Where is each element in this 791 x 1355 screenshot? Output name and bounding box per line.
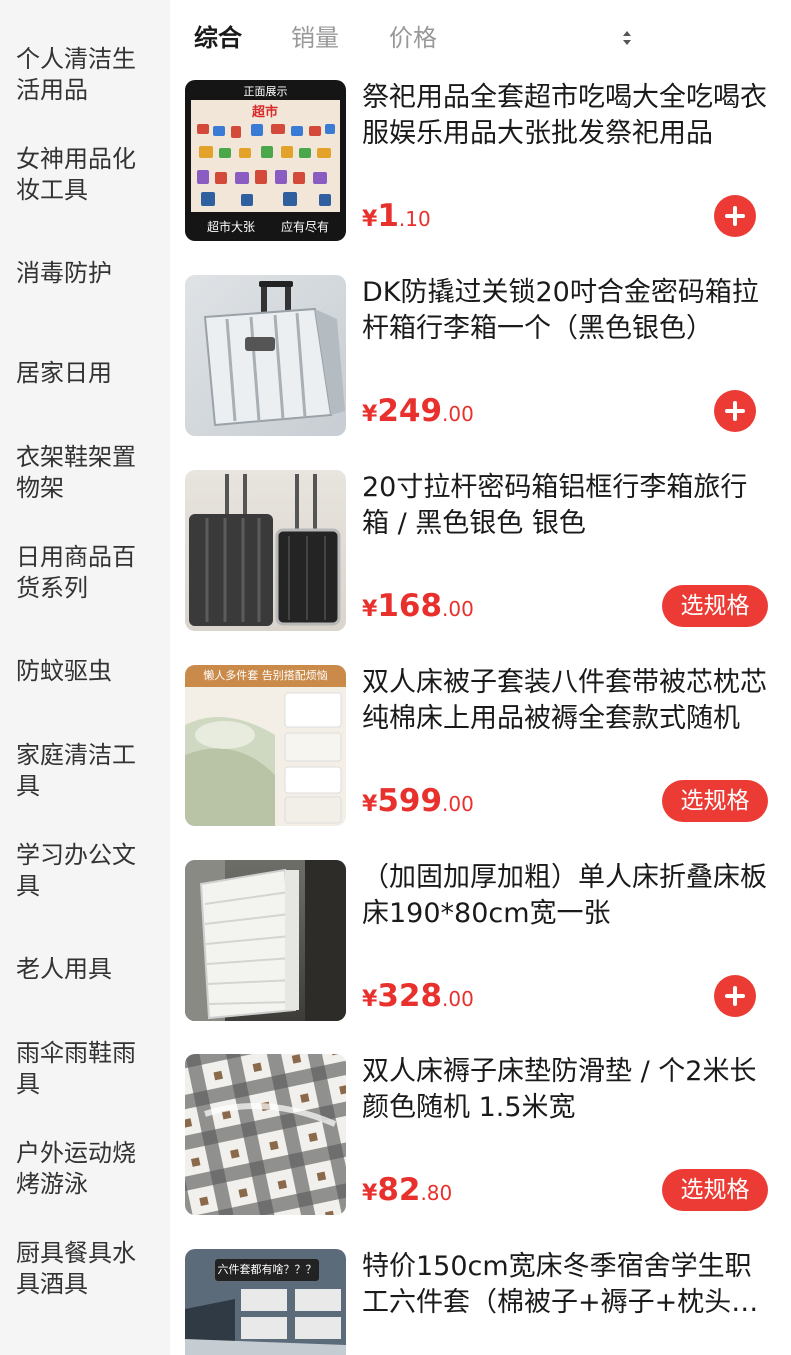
sidebar-item-mosquito-repellent[interactable]: 防蚊驱虫 (16, 656, 146, 687)
product-title[interactable]: 双人床被子套装八件套带被芯枕芯纯棉床上用品被褥全套款式随机 (362, 665, 772, 737)
sidebar-item-daily-goods[interactable]: 日用商品百货系列 (16, 542, 146, 604)
sidebar-item-rain-gear[interactable]: 雨伞雨鞋雨具 (16, 1038, 146, 1100)
plaid-mattress-image-icon (185, 1054, 346, 1215)
product-card[interactable]: 六件套都有啥？？？ 特价150cm宽床冬季宿舍学生职工六件套（棉被子+褥子+枕头… (170, 1249, 791, 1355)
product-image[interactable] (185, 860, 346, 1021)
product-price: ¥1.10 (362, 198, 431, 234)
product-image[interactable] (185, 1054, 346, 1215)
product-card[interactable]: 懒人多件套 告别搭配烦恼 双人床被子套装八件套带被芯枕芯纯棉床上用品被褥全套款式… (170, 665, 791, 860)
add-to-cart-button[interactable] (714, 195, 756, 237)
category-sidebar: 个人清洁生活用品 女神用品化妆工具 消毒防护 居家日用 衣架鞋架置物架 日用商品… (0, 0, 170, 1355)
product-card[interactable]: 20寸拉杆密码箱铝框行李箱旅行箱 / 黑色银色 银色 ¥168.00 选规格 (170, 470, 791, 665)
product-image[interactable] (185, 275, 346, 436)
sidebar-item-cleaning-tools[interactable]: 家庭清洁工具 (16, 740, 146, 802)
sort-bar: 综合 销量 价格 (170, 0, 791, 78)
product-price: ¥249.00 (362, 393, 474, 429)
product-price: ¥328.00 (362, 978, 474, 1014)
poster-graphic: 超市 (191, 100, 340, 212)
product-card[interactable]: DK防撬过关锁20吋合金密码箱拉杆箱行李箱一个（黑色银色） ¥249.00 (170, 275, 791, 470)
select-spec-button[interactable]: 选规格 (662, 780, 768, 822)
select-spec-button[interactable]: 选规格 (662, 585, 768, 627)
product-title[interactable]: （加固加厚加粗）单人床折叠床板床190*80cm宽一张 (362, 860, 772, 932)
bedding-image-icon (185, 692, 342, 826)
sidebar-item-elderly[interactable]: 老人用具 (16, 954, 146, 985)
product-title[interactable]: 双人床褥子床垫防滑垫 / 个2米长 颜色随机 1.5米宽 (362, 1054, 772, 1126)
sidebar-item-stationery[interactable]: 学习办公文具 (16, 840, 146, 902)
sidebar-item-household[interactable]: 居家日用 (16, 358, 146, 389)
folding-bed-image-icon (185, 860, 346, 1021)
product-title[interactable]: 特价150cm宽床冬季宿舍学生职工六件套（棉被子+褥子+枕头+床单） (362, 1249, 772, 1321)
sidebar-item-outdoor[interactable]: 户外运动烧烤游泳 (16, 1138, 146, 1200)
sidebar-item-kitchenware[interactable]: 厨具餐具水具酒具 (16, 1238, 146, 1300)
product-price: ¥599.00 (362, 783, 474, 819)
sort-comprehensive-tab[interactable]: 综合 (194, 22, 242, 54)
suitcase-image-icon (203, 281, 345, 427)
thumb-label-right: 应有尽有 (281, 220, 330, 234)
add-to-cart-button[interactable] (714, 390, 756, 432)
svg-text:超市: 超市 (252, 104, 278, 120)
poster-items-icon: 超市 (191, 100, 340, 212)
sort-sales-tab[interactable]: 销量 (291, 22, 339, 54)
sidebar-item-hangers-racks[interactable]: 衣架鞋架置物架 (16, 442, 146, 504)
thumb-label-left: 超市大张 (207, 220, 256, 234)
product-price: ¥82.80 (362, 1172, 453, 1208)
product-image[interactable] (185, 470, 346, 631)
product-title[interactable]: DK防撬过关锁20吋合金密码箱拉杆箱行李箱一个（黑色银色） (362, 275, 772, 347)
sidebar-item-makeup-tools[interactable]: 女神用品化妆工具 (16, 144, 146, 206)
product-title[interactable]: 祭祀用品全套超市吃喝大全吃喝衣服娱乐用品大张批发祭祀用品 (362, 80, 772, 152)
product-image[interactable]: 六件套都有啥？？？ (185, 1249, 346, 1355)
sort-price-tab[interactable]: 价格 (389, 22, 437, 54)
product-card[interactable]: 双人床褥子床垫防滑垫 / 个2米长 颜色随机 1.5米宽 ¥82.80 选规格 (170, 1054, 791, 1249)
bedding-set-image-icon (185, 1289, 346, 1355)
suitcases-image-icon (189, 474, 341, 626)
sort-arrows-icon[interactable] (622, 28, 632, 48)
product-image[interactable]: 正面展示 超市 超市大张 应有尽有 (185, 80, 346, 241)
sidebar-item-personal-care[interactable]: 个人清洁生活用品 (16, 44, 146, 106)
product-price: ¥168.00 (362, 588, 474, 624)
thumb-header-text: 正面展示 (243, 85, 288, 98)
select-spec-button[interactable]: 选规格 (662, 1169, 768, 1211)
add-to-cart-button[interactable] (714, 975, 756, 1017)
sidebar-item-disinfection[interactable]: 消毒防护 (16, 258, 146, 289)
product-card[interactable]: （加固加厚加粗）单人床折叠床板床190*80cm宽一张 ¥328.00 (170, 860, 791, 1055)
product-card[interactable]: 正面展示 超市 超市大张 应有尽有 祭祀用品全套超市吃喝大全吃喝衣服娱乐用品大张… (170, 80, 791, 275)
product-image[interactable]: 懒人多件套 告别搭配烦恼 (185, 665, 346, 826)
product-title[interactable]: 20寸拉杆密码箱铝框行李箱旅行箱 / 黑色银色 银色 (362, 470, 772, 542)
